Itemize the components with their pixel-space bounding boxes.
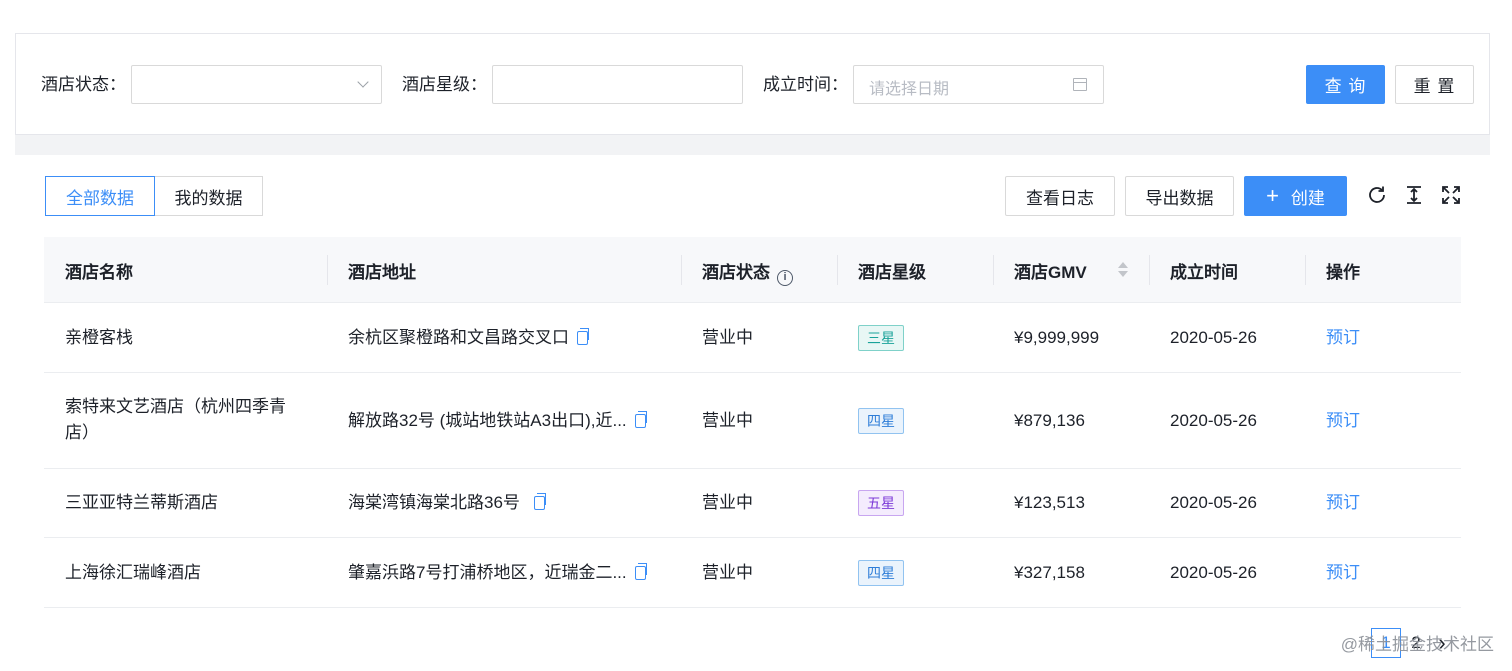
tab-all-data[interactable]: 全部数据 [45, 176, 155, 216]
col-founded-date: 成立时间 [1170, 263, 1238, 282]
book-link[interactable]: 预订 [1326, 490, 1360, 516]
create-button[interactable]: + 创建 [1244, 176, 1347, 216]
date-filter-label: 成立时间： [763, 75, 848, 94]
hotel-address-cell: 解放路32号 (城站地铁站A3出口),近... [348, 408, 647, 434]
column-divider [1149, 255, 1150, 285]
info-icon[interactable]: i [777, 270, 793, 286]
hotel-gmv-cell: ¥879,136 [1014, 411, 1085, 430]
column-divider [993, 255, 994, 285]
create-button-label: 创建 [1290, 188, 1325, 208]
hotel-gmv-cell: ¥123,513 [1014, 493, 1085, 512]
sort-descending-icon[interactable] [1118, 271, 1128, 277]
hotel-gmv-cell: ¥327,158 [1014, 563, 1085, 582]
hotel-name-cell: 索特来文艺酒店（杭州四季青店） [65, 397, 286, 442]
column-height-icon[interactable] [1403, 184, 1425, 206]
fullscreen-icon[interactable] [1440, 184, 1462, 206]
copy-icon[interactable] [577, 328, 589, 345]
hotel-gmv-cell: ¥9,999,999 [1014, 328, 1100, 347]
hotel-name-cell: 上海徐汇瑞峰酒店 [65, 563, 201, 582]
col-hotel-stars: 酒店星级 [858, 263, 926, 282]
table-header: 酒店名称 酒店地址 酒店状态 i 酒店星级 酒店GMV 成立时间 操作 [44, 237, 1461, 303]
hotel-address-text: 余杭区聚橙路和文昌路交叉口 [348, 328, 569, 347]
status-filter-label: 酒店状态： [41, 75, 126, 94]
watermark: @稀土掘金技术社区 [1340, 635, 1494, 654]
book-link[interactable]: 预订 [1326, 325, 1360, 351]
stars-input[interactable] [492, 65, 743, 104]
column-divider [837, 255, 838, 285]
table-row: 索特来文艺酒店（杭州四季青店） 解放路32号 (城站地铁站A3出口),近... … [44, 373, 1461, 469]
col-actions: 操作 [1326, 263, 1360, 282]
book-link[interactable]: 预订 [1326, 560, 1360, 586]
hotel-status-cell: 营业中 [702, 563, 753, 582]
copy-icon[interactable] [634, 411, 647, 428]
star-badge: 三星 [858, 325, 904, 351]
section-divider [15, 135, 1490, 155]
col-hotel-status: 酒店状态 i [702, 258, 793, 286]
stars-filter-label: 酒店星级： [402, 75, 487, 94]
hotel-address-text: 肇嘉浜路7号打浦桥地区，近瑞金二... [348, 563, 627, 582]
col-hotel-status-label: 酒店状态 [702, 263, 770, 282]
hotel-address-text: 海棠湾镇海棠北路36号 [348, 493, 520, 512]
hotel-name-cell: 三亚亚特兰蒂斯酒店 [65, 493, 218, 512]
table-row: 亲橙客栈 余杭区聚橙路和文昌路交叉口 营业中 三星 ¥9,999,999 202… [44, 303, 1461, 373]
sort-ascending-icon[interactable] [1118, 262, 1128, 268]
founded-date-cell: 2020-05-26 [1170, 328, 1257, 347]
date-placeholder: 请选择日期 [869, 81, 950, 98]
hotel-status-cell: 营业中 [702, 328, 753, 347]
hotel-name-cell: 亲橙客栈 [65, 328, 133, 347]
export-data-button[interactable]: 导出数据 [1125, 176, 1234, 216]
date-picker[interactable]: 请选择日期 [853, 65, 1104, 104]
search-button[interactable]: 查 询 [1306, 65, 1385, 104]
table-row: 上海徐汇瑞峰酒店 肇嘉浜路7号打浦桥地区，近瑞金二... 营业中 四星 ¥327… [44, 538, 1461, 608]
hotel-address-text: 解放路32号 (城站地铁站A3出口),近... [348, 411, 627, 430]
plus-icon: + [1266, 183, 1279, 208]
hotel-address-cell: 肇嘉浜路7号打浦桥地区，近瑞金二... [348, 560, 647, 586]
col-hotel-address: 酒店地址 [348, 263, 416, 282]
hotel-address-cell: 海棠湾镇海棠北路36号 [348, 490, 546, 516]
founded-date-cell: 2020-05-26 [1170, 411, 1257, 430]
hotel-status-cell: 营业中 [702, 411, 753, 430]
reset-button[interactable]: 重 置 [1395, 65, 1474, 104]
chevron-down-icon [357, 76, 369, 88]
founded-date-cell: 2020-05-26 [1170, 563, 1257, 582]
founded-date-cell: 2020-05-26 [1170, 493, 1257, 512]
star-badge: 四星 [858, 408, 904, 434]
view-log-button[interactable]: 查看日志 [1005, 176, 1115, 216]
star-badge: 四星 [858, 560, 904, 586]
column-divider [1305, 255, 1306, 285]
book-link[interactable]: 预订 [1326, 408, 1360, 434]
hotel-address-cell: 余杭区聚橙路和文昌路交叉口 [348, 325, 589, 351]
star-badge: 五星 [858, 490, 904, 516]
copy-icon[interactable] [533, 493, 546, 510]
col-hotel-name: 酒店名称 [65, 263, 133, 282]
table-row: 三亚亚特兰蒂斯酒店 海棠湾镇海棠北路36号 营业中 五星 ¥123,513 20… [44, 469, 1461, 538]
hotel-status-cell: 营业中 [702, 493, 753, 512]
col-hotel-gmv[interactable]: 酒店GMV [1014, 258, 1087, 283]
tab-my-data[interactable]: 我的数据 [154, 176, 263, 216]
refresh-icon[interactable] [1366, 184, 1388, 206]
calendar-icon [1073, 78, 1087, 91]
copy-icon[interactable] [634, 563, 647, 580]
status-select[interactable] [131, 65, 382, 104]
column-divider [327, 255, 328, 285]
column-divider [681, 255, 682, 285]
